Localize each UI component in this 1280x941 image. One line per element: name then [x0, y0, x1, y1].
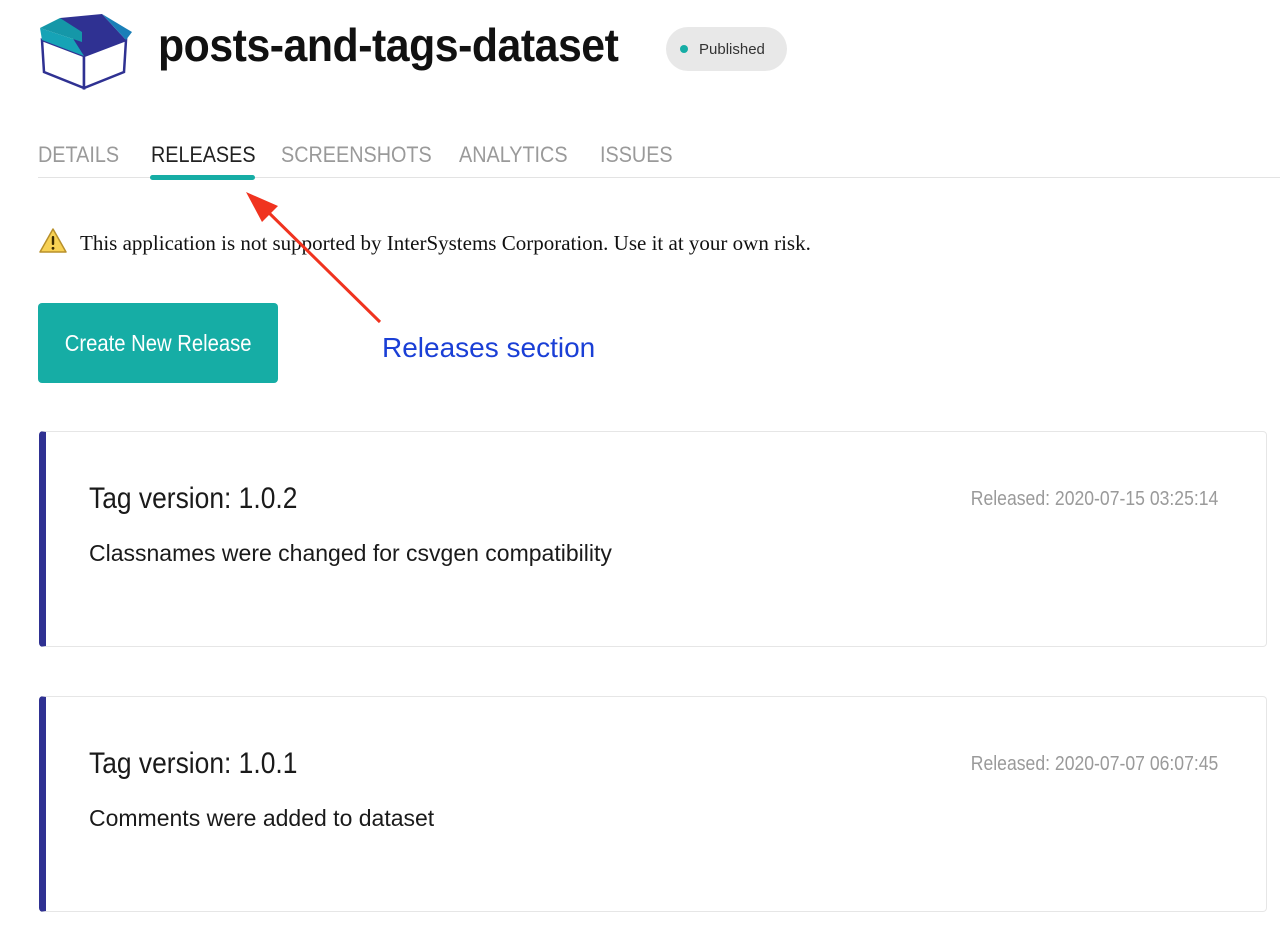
warning-triangle-icon [38, 227, 68, 260]
status-badge: Published [666, 27, 787, 71]
release-tag: Tag version: 1.0.2 [89, 482, 298, 515]
release-date: Released: 2020-07-15 03:25:14 [970, 488, 1218, 510]
release-tag: Tag version: 1.0.1 [89, 747, 298, 780]
status-dot [680, 45, 688, 53]
warning-text: This application is not supported by Int… [80, 231, 811, 255]
active-tab-indicator [150, 175, 255, 180]
status-label: Published [699, 40, 765, 58]
release-card: Tag version: 1.0.2 Released: 2020-07-15 … [39, 431, 1267, 647]
release-description: Comments were added to dataset [89, 805, 435, 831]
create-new-release-label: Create New Release [64, 329, 252, 356]
tab-issues[interactable]: ISSUES [600, 142, 673, 168]
release-description: Classnames were changed for csvgen compa… [89, 540, 612, 566]
tab-releases[interactable]: RELEASES [151, 142, 256, 168]
release-card: Tag version: 1.0.1 Released: 2020-07-07 … [39, 696, 1267, 912]
support-warning: This application is not supported by Int… [38, 227, 811, 260]
tab-bar: DETAILS RELEASES SCREENSHOTS ANALYTICS I… [38, 140, 1280, 180]
tab-details[interactable]: DETAILS [38, 142, 119, 168]
create-new-release-button[interactable]: Create New Release [38, 303, 278, 383]
tab-screenshots[interactable]: SCREENSHOTS [281, 142, 432, 168]
tab-analytics[interactable]: ANALYTICS [459, 142, 568, 168]
page-title: posts-and-tags-dataset [158, 19, 619, 71]
release-date: Released: 2020-07-07 06:07:45 [970, 753, 1218, 775]
app-logo-box-icon [38, 10, 134, 90]
annotation-label: Releases section [382, 332, 596, 363]
